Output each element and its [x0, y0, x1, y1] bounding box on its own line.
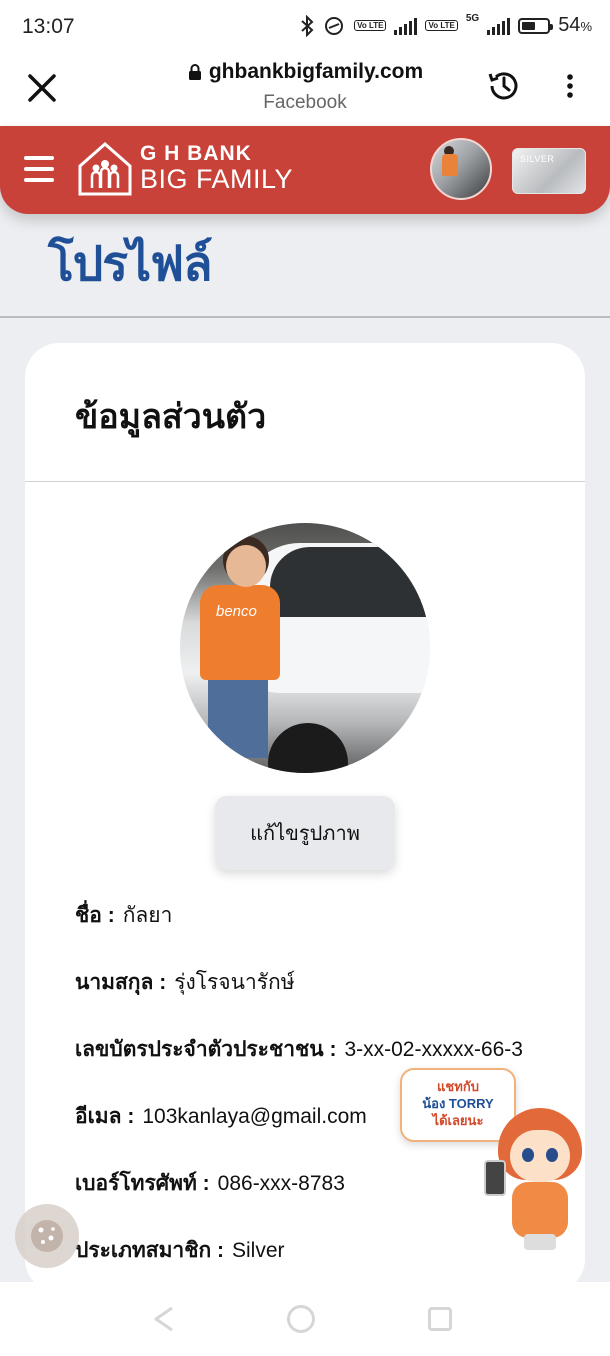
field-label: เลขบัตรประจำตัวประชาชน : — [75, 1038, 337, 1061]
photo-shirt-text: benco — [216, 603, 257, 620]
menu-icon[interactable] — [24, 156, 54, 182]
bluetooth-icon — [301, 14, 314, 37]
close-icon[interactable] — [22, 68, 62, 108]
field-label: ประเภทสมาชิก : — [75, 1239, 224, 1262]
recent-apps-icon[interactable] — [428, 1307, 452, 1331]
divider — [0, 316, 610, 318]
brand-logo[interactable]: G H BANK BIG FAMILY — [76, 138, 293, 198]
history-icon[interactable] — [484, 66, 524, 106]
card-title: ข้อมูลส่วนตัว — [75, 398, 267, 436]
house-family-icon — [78, 142, 132, 196]
url-text: ghbankbigfamily.com — [208, 60, 424, 83]
field-label: นามสกุล : — [75, 971, 167, 994]
chat-line-1: แชทกับ — [437, 1079, 479, 1094]
field-value: Silver — [232, 1239, 285, 1262]
page-title: โปรไฟล์ — [48, 238, 213, 291]
battery-percent: 54% — [558, 14, 592, 36]
more-options-icon[interactable] — [558, 70, 582, 106]
signal-strength-icon — [394, 17, 418, 35]
field-member-type: ประเภทสมาชิก : Silver — [75, 1234, 285, 1267]
field-phone: เบอร์โทรศัพท์ : 086-xxx-8783 — [75, 1167, 345, 1200]
cookie-icon — [31, 1220, 63, 1252]
url-source: Facebook — [263, 92, 347, 113]
lock-icon — [188, 64, 201, 80]
volte-badge-2: Vo LTE — [425, 20, 458, 31]
membership-tier-card[interactable]: SILVER — [512, 148, 586, 194]
profile-photo: benco — [180, 523, 430, 773]
tier-card-label: SILVER — [520, 154, 555, 164]
cookie-settings-button[interactable] — [15, 1204, 79, 1268]
field-national-id: เลขบัตรประจำตัวประชาชน : 3-xx-02-xxxxx-66… — [75, 1033, 523, 1066]
home-icon[interactable] — [287, 1305, 315, 1333]
address-bar[interactable]: ghbankbigfamily.com Facebook — [140, 60, 470, 114]
battery-icon — [518, 17, 554, 34]
back-icon[interactable] — [150, 1304, 180, 1334]
volte-badge: Vo LTE — [354, 20, 387, 31]
field-value: 103kanlaya@gmail.com — [142, 1105, 367, 1128]
field-first-name: ชื่อ : กัลยา — [75, 899, 172, 932]
network-type: 5G — [465, 13, 480, 24]
field-value: รุ่งโรจนารักษ์ — [174, 971, 295, 994]
field-email: อีเมล : 103kanlaya@gmail.com — [75, 1100, 367, 1133]
field-value: กัลยา — [122, 904, 173, 927]
battery-fill — [522, 21, 536, 30]
browser-toolbar: ghbankbigfamily.com Facebook — [0, 56, 610, 126]
system-nav-bar — [0, 1282, 610, 1356]
logo-line-2: BIG FAMILY — [140, 164, 294, 194]
signal-strength-icon-2 — [487, 17, 511, 35]
field-value: 086-xxx-8783 — [217, 1172, 345, 1195]
status-icons: Vo LTE Vo LTE 5G 54% — [300, 14, 592, 37]
app-header: G H BANK BIG FAMILY SILVER — [0, 126, 610, 214]
field-label: เบอร์โทรศัพท์ : — [75, 1172, 210, 1195]
field-label: ชื่อ : — [75, 904, 115, 927]
logo-line-1: G H BANK — [140, 142, 252, 165]
user-avatar[interactable] — [430, 138, 492, 200]
status-bar: 13:07 Vo LTE Vo LTE 5G 54% — [0, 0, 610, 56]
field-last-name: นามสกุล : รุ่งโรจนารักษ์ — [75, 966, 295, 999]
edit-photo-button[interactable]: แก้ไขรูปภาพ — [215, 796, 395, 870]
clock: 13:07 — [22, 15, 75, 38]
chatbot-mascot-icon[interactable] — [484, 1108, 590, 1253]
logo-wordmark: G H BANK BIG FAMILY — [140, 142, 294, 194]
url-display[interactable]: ghbankbigfamily.com — [187, 60, 423, 84]
card-divider — [25, 481, 585, 482]
field-label: อีเมล : — [75, 1105, 135, 1128]
link-icon — [325, 16, 344, 35]
field-value: 3-xx-02-xxxxx-66-3 — [344, 1038, 523, 1061]
